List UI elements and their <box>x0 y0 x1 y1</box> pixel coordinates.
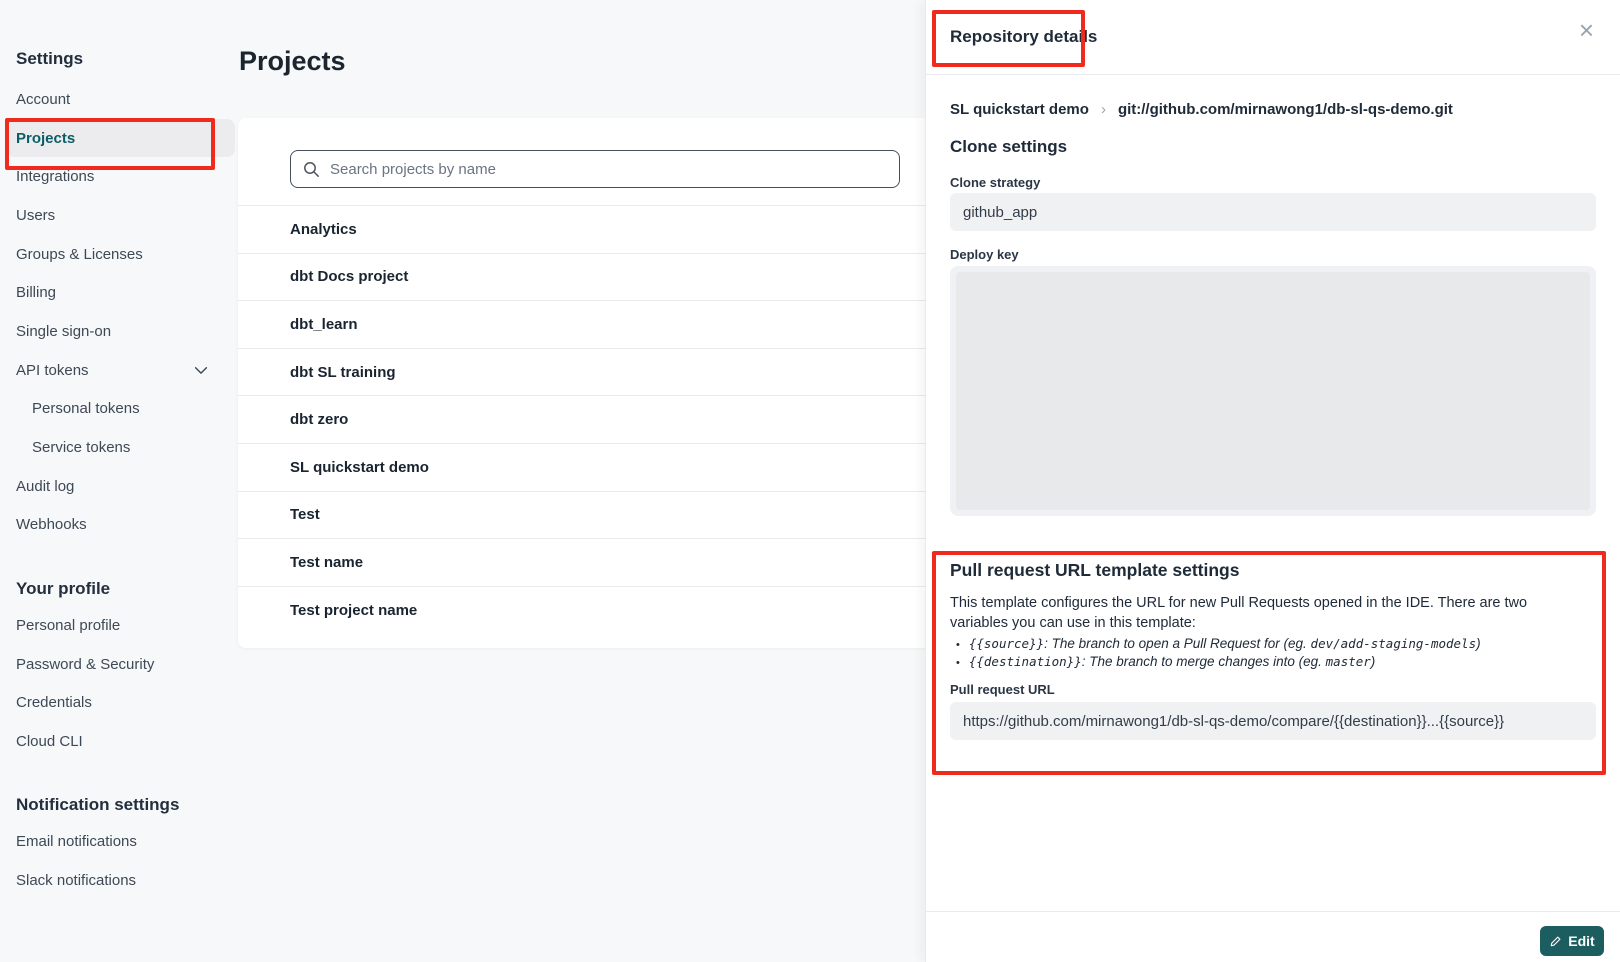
close-icon[interactable]: × <box>1579 17 1594 43</box>
edit-button[interactable]: Edit <box>1540 926 1604 956</box>
search-icon <box>303 161 320 178</box>
project-row[interactable]: Test <box>238 491 925 539</box>
deploy-key-redacted-content <box>956 272 1590 510</box>
bullet-icon: • <box>956 639 960 651</box>
deploy-key-field <box>950 266 1596 516</box>
project-row[interactable]: dbt zero <box>238 395 925 443</box>
project-row[interactable]: Test project name <box>238 586 925 634</box>
breadcrumb: SL quickstart demo › git://github.com/mi… <box>950 101 1453 118</box>
project-list: Analytics dbt Docs project dbt_learn dbt… <box>238 205 925 633</box>
clone-settings-heading: Clone settings <box>950 137 1067 157</box>
pr-template-variables: • {{source}}: The branch to open a Pull … <box>956 636 1481 669</box>
variable-bullet-source: • {{source}}: The branch to open a Pull … <box>956 636 1481 651</box>
clone-strategy-field: github_app <box>950 193 1596 231</box>
breadcrumb-separator-icon: › <box>1101 101 1106 118</box>
breadcrumb-project[interactable]: SL quickstart demo <box>950 101 1089 118</box>
page-title: Projects <box>239 46 346 77</box>
panel-title: Repository details <box>950 27 1097 47</box>
project-search <box>290 150 900 188</box>
variable-bullet-destination: • {{destination}}: The branch to merge c… <box>956 654 1481 669</box>
deploy-key-label: Deploy key <box>950 247 1019 262</box>
pull-request-url-label: Pull request URL <box>950 682 1055 697</box>
pull-request-url-field: https://github.com/mirnawong1/db-sl-qs-d… <box>950 702 1596 740</box>
app-screen: Settings Account Projects Integrations U… <box>0 0 1620 962</box>
panel-footer-divider <box>926 911 1620 912</box>
pencil-icon <box>1549 935 1562 948</box>
project-row[interactable]: Analytics <box>238 205 925 253</box>
project-row[interactable]: dbt SL training <box>238 348 925 396</box>
clone-strategy-label: Clone strategy <box>950 175 1040 190</box>
repository-details-panel: Repository details × SL quickstart demo … <box>925 0 1620 962</box>
search-input[interactable] <box>330 161 887 178</box>
pr-template-heading: Pull request URL template settings <box>950 560 1239 581</box>
project-row[interactable]: Test name <box>238 538 925 586</box>
project-row[interactable]: dbt_learn <box>238 300 925 348</box>
project-row[interactable]: dbt Docs project <box>238 253 925 301</box>
pr-template-description: This template configures the URL for new… <box>950 594 1582 633</box>
projects-card: Analytics dbt Docs project dbt_learn dbt… <box>238 118 925 648</box>
project-row[interactable]: SL quickstart demo <box>238 443 925 491</box>
bullet-icon: • <box>956 657 960 669</box>
sidebar-item-projects[interactable]: Projects <box>0 119 240 158</box>
panel-header: Repository details × <box>926 0 1620 75</box>
breadcrumb-repo-url: git://github.com/mirnawong1/db-sl-qs-dem… <box>1118 101 1453 118</box>
